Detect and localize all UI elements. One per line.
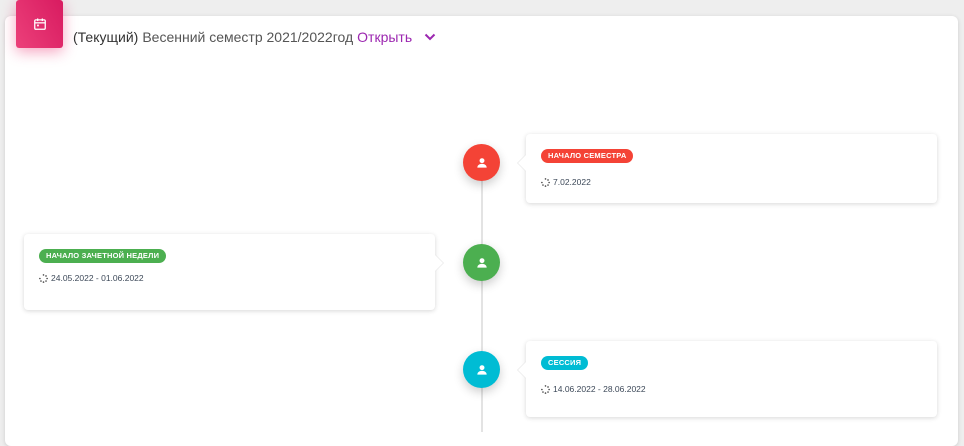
event-date: 14.06.2022 - 28.06.2022 bbox=[541, 384, 646, 394]
event-date: 7.02.2022 bbox=[541, 177, 591, 187]
timeline-badge-session bbox=[463, 351, 500, 388]
event-date: 24.05.2022 - 01.06.2022 bbox=[39, 273, 144, 283]
calendar-icon bbox=[16, 0, 63, 48]
event-date-text: 24.05.2022 - 01.06.2022 bbox=[51, 273, 144, 283]
semester-title: Весенний семестр 2021/2022год bbox=[142, 29, 354, 45]
timeline-panel-exam-week: Начало зачетной недели 24.05.2022 - 01.0… bbox=[24, 234, 444, 310]
current-label: (Текущий) bbox=[73, 29, 139, 45]
timeline-panel-semester-start: Начало семестра 7.02.2022 bbox=[517, 134, 937, 203]
timeline-badge-semester-start bbox=[463, 144, 500, 181]
event-date-text: 7.02.2022 bbox=[553, 177, 591, 187]
event-date-text: 14.06.2022 - 28.06.2022 bbox=[553, 384, 646, 394]
open-link[interactable]: Открыть bbox=[357, 29, 412, 45]
spinner-icon bbox=[541, 384, 550, 394]
person-icon bbox=[476, 157, 487, 168]
spinner-icon bbox=[39, 273, 48, 283]
chevron-down-icon[interactable] bbox=[424, 33, 436, 41]
timeline-badge-exam-week bbox=[463, 244, 500, 281]
semester-header: (Текущий) Весенний семестр 2021/2022год … bbox=[73, 29, 436, 45]
person-icon bbox=[476, 364, 487, 375]
spinner-icon bbox=[541, 177, 550, 187]
event-tag: Сессия bbox=[541, 356, 589, 370]
event-tag: Начало семестра bbox=[541, 149, 634, 163]
event-tag: Начало зачетной недели bbox=[39, 249, 167, 263]
timeline-line bbox=[481, 162, 483, 432]
person-icon bbox=[476, 257, 487, 268]
timeline-panel-session: Сессия 14.06.2022 - 28.06.2022 bbox=[517, 341, 937, 417]
